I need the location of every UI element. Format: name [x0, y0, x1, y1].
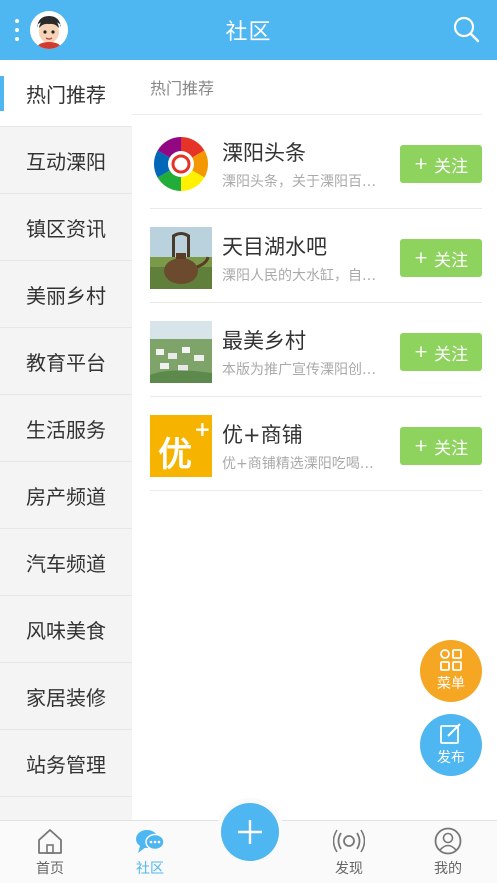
sidebar-item-site-admin[interactable]: 站务管理	[0, 730, 132, 797]
item-title: 溧阳头条	[222, 141, 306, 165]
village-photo-icon	[150, 321, 212, 383]
you-plus-logo-icon: 优 +	[150, 415, 212, 477]
sidebar-item-property[interactable]: 房产频道	[0, 462, 132, 529]
follow-button[interactable]: + 关注	[400, 239, 482, 277]
sidebar-item-label: 风味美食	[26, 618, 106, 643]
plus-icon	[238, 820, 262, 844]
sidebar-item-label: 教育平台	[26, 350, 106, 375]
list-item[interactable]: 溧阳头条 溧阳头条，关于溧阳百… + 关注	[150, 115, 482, 209]
profile-icon	[434, 827, 462, 855]
discover-icon	[333, 829, 365, 853]
nav-label: 发现	[335, 861, 363, 877]
sidebar-item-cars[interactable]: 汽车频道	[0, 529, 132, 596]
plus-icon: +	[413, 342, 429, 362]
logo-plus: +	[194, 417, 211, 441]
nav-home[interactable]: 首页	[10, 827, 90, 878]
follow-button[interactable]: + 关注	[400, 145, 482, 183]
user-avatar[interactable]	[30, 11, 68, 49]
community-icon	[136, 830, 165, 853]
list-item[interactable]: 最美乡村 本版为推广宣传溧阳创… + 关注	[150, 303, 482, 397]
post-fab-label: 发布	[437, 750, 465, 766]
sidebar-item-label: 站务管理	[26, 752, 106, 777]
pinwheel-logo-icon	[150, 133, 212, 195]
sidebar-item-education[interactable]: 教育平台	[0, 328, 132, 395]
plus-icon: +	[413, 154, 429, 174]
sidebar-item-label: 镇区资讯	[26, 216, 106, 241]
follow-label: 关注	[434, 250, 469, 271]
sidebar-item-food[interactable]: 风味美食	[0, 596, 132, 663]
sidebar-item-label: 互动溧阳	[26, 149, 106, 174]
main-content: 热门推荐 溧阳头条 溧阳头条，关于溧阳百… + 关注 天目湖水吧 溧阳人民的大水…	[132, 60, 497, 820]
center-add-button[interactable]	[221, 803, 279, 861]
top-bar: 社区	[0, 0, 497, 60]
grid-menu-icon	[440, 649, 462, 671]
edit-icon	[440, 723, 461, 744]
nav-label: 社区	[136, 861, 164, 877]
sidebar-item-label: 汽车频道	[26, 551, 106, 576]
plus-icon: +	[413, 248, 429, 268]
more-menu-icon[interactable]	[14, 19, 20, 41]
item-description: 本版为推广宣传溧阳创…	[222, 362, 376, 378]
sidebar-item-label: 家居装修	[26, 685, 106, 710]
post-fab-button[interactable]: 发布	[420, 714, 482, 776]
item-description: 溧阳人民的大水缸，自…	[222, 268, 376, 284]
nav-community[interactable]: 社区	[110, 827, 190, 878]
sidebar-item-home-decor[interactable]: 家居装修	[0, 663, 132, 730]
item-description: 溧阳头条，关于溧阳百…	[222, 174, 376, 190]
category-sidebar: 热门推荐 互动溧阳 镇区资讯 美丽乡村 教育平台 生活服务 房产频道 汽车频道 …	[0, 60, 132, 820]
sidebar-item-label: 热门推荐	[26, 82, 106, 107]
nav-label: 我的	[434, 861, 462, 877]
follow-label: 关注	[434, 156, 469, 177]
home-icon	[38, 829, 62, 854]
sidebar-item-life[interactable]: 生活服务	[0, 395, 132, 462]
plus-icon: +	[413, 436, 429, 456]
app-root: 社区 热门推荐 互动溧阳 镇区资讯 美丽乡村 教育平台 生活服务 房产频道 汽车…	[0, 0, 497, 883]
sidebar-item-label: 美丽乡村	[26, 283, 106, 308]
item-title: 最美乡村	[222, 329, 306, 353]
page-title: 社区	[225, 20, 272, 45]
sidebar-item-interactive[interactable]: 互动溧阳	[0, 127, 132, 194]
follow-label: 关注	[434, 438, 469, 459]
follow-button[interactable]: + 关注	[400, 333, 482, 371]
sidebar-item-label: 房产频道	[26, 484, 106, 509]
sidebar-item-hot[interactable]: 热门推荐	[0, 60, 132, 127]
teapot-photo-icon	[150, 227, 212, 289]
logo-text: 优	[158, 435, 192, 475]
item-description: 优+商铺精选溧阳吃喝…	[222, 456, 374, 472]
search-icon[interactable]	[451, 14, 483, 46]
sidebar-item-label: 生活服务	[26, 417, 106, 442]
follow-button[interactable]: + 关注	[400, 427, 482, 465]
sidebar-item-town-news[interactable]: 镇区资讯	[0, 194, 132, 261]
nav-profile[interactable]: 我的	[408, 827, 488, 878]
follow-label: 关注	[434, 344, 469, 365]
list-item[interactable]: 优 + 优+商铺 优+商铺精选溧阳吃喝… + 关注	[150, 397, 482, 491]
section-title: 热门推荐	[132, 60, 482, 115]
list-item[interactable]: 天目湖水吧 溧阳人民的大水缸，自… + 关注	[150, 209, 482, 303]
nav-label: 首页	[36, 861, 64, 877]
nav-discover[interactable]: 发现	[309, 827, 389, 878]
menu-fab-button[interactable]: 菜单	[420, 640, 482, 702]
item-title: 优+商铺	[222, 423, 303, 447]
item-title: 天目湖水吧	[222, 235, 327, 259]
sidebar-item-villages[interactable]: 美丽乡村	[0, 261, 132, 328]
menu-fab-label: 菜单	[437, 676, 465, 692]
